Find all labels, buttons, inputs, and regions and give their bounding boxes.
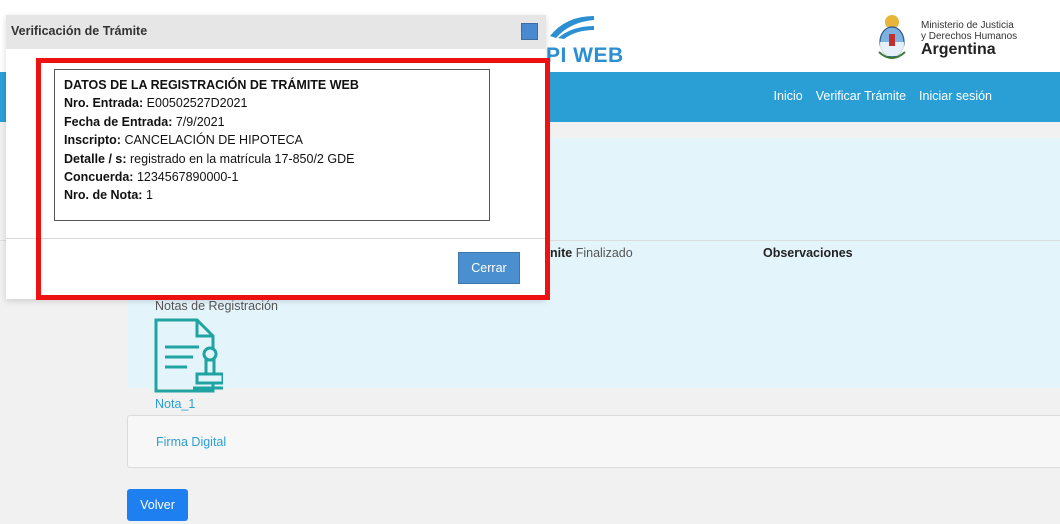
row-value: registrado en la matrícula 17-850/2 GDE — [130, 151, 355, 166]
nav-iniciar-sesion[interactable]: Iniciar sesión — [919, 89, 992, 103]
document-stamp-icon[interactable] — [153, 317, 223, 395]
national-crest-icon — [878, 15, 906, 59]
row-fecha-entrada: Fecha de Entrada: 7/9/2021 — [64, 113, 489, 131]
row-value: 1 — [145, 188, 153, 203]
estado-tramite: nite Finalizado — [550, 246, 633, 260]
row-value: 1234567890000-1 — [136, 170, 239, 185]
verification-dialog: Verificación de Trámite DATOS DE LA REGI… — [6, 15, 546, 299]
estado-label: nite — [550, 246, 573, 260]
row-inscripto: Inscripto: CANCELACIÓN DE HIPOTECA — [64, 131, 489, 149]
nav-inicio[interactable]: Inicio — [774, 89, 803, 103]
row-label: Fecha de Entrada: — [64, 114, 173, 129]
registration-box-title: DATOS DE LA REGISTRACIÓN DE TRÁMITE WEB — [64, 78, 359, 92]
nav-verificar-tramite[interactable]: Verificar Trámite — [816, 89, 906, 103]
notas-registracion-label: Notas de Registración — [155, 299, 278, 313]
row-value: CANCELACIÓN DE HIPOTECA — [124, 133, 303, 148]
row-nro-nota: Nro. de Nota: 1 — [64, 186, 489, 204]
ministry-label: Ministerio de Justicia y Derechos Humano… — [921, 20, 1017, 59]
firma-digital-card: Firma Digital — [127, 415, 1060, 468]
estado-value: Finalizado — [575, 246, 633, 260]
firma-digital-link[interactable]: Firma Digital — [156, 435, 226, 449]
volver-button[interactable]: Volver — [127, 489, 188, 521]
row-value: E00502527D2021 — [146, 96, 248, 111]
row-label: Inscripto: — [64, 133, 121, 148]
row-concuerda: Concuerda: 1234567890000-1 — [64, 168, 489, 186]
row-label: Concuerda: — [64, 170, 134, 185]
row-value: 7/9/2021 — [175, 114, 225, 129]
row-label: Nro. de Nota: — [64, 188, 143, 203]
row-detalle: Detalle / s: registrado en la matrícula … — [64, 150, 489, 168]
maximize-icon[interactable] — [521, 23, 538, 40]
dialog-header: Verificación de Trámite — [6, 15, 546, 49]
registration-data-box: DATOS DE LA REGISTRACIÓN DE TRÁMITE WEB … — [54, 69, 490, 221]
dialog-title: Verificación de Trámite — [11, 24, 148, 38]
nota-link[interactable]: Nota_1 — [155, 397, 195, 411]
observaciones-label: Observaciones — [763, 246, 853, 260]
nav-links: Inicio Verificar Trámite Iniciar sesión — [774, 89, 992, 103]
row-label: Detalle / s: — [64, 151, 127, 166]
row-nro-entrada: Nro. Entrada: E00502527D2021 — [64, 94, 489, 112]
ministry-country: Argentina — [921, 41, 996, 58]
row-label: Nro. Entrada: — [64, 96, 144, 111]
dialog-footer-divider — [6, 238, 546, 239]
logo-text: PI WEB — [546, 44, 624, 67]
ministry-line-1: Ministerio de Justicia — [921, 20, 1014, 31]
logo-icon — [550, 16, 594, 39]
cerrar-button[interactable]: Cerrar — [458, 252, 520, 284]
